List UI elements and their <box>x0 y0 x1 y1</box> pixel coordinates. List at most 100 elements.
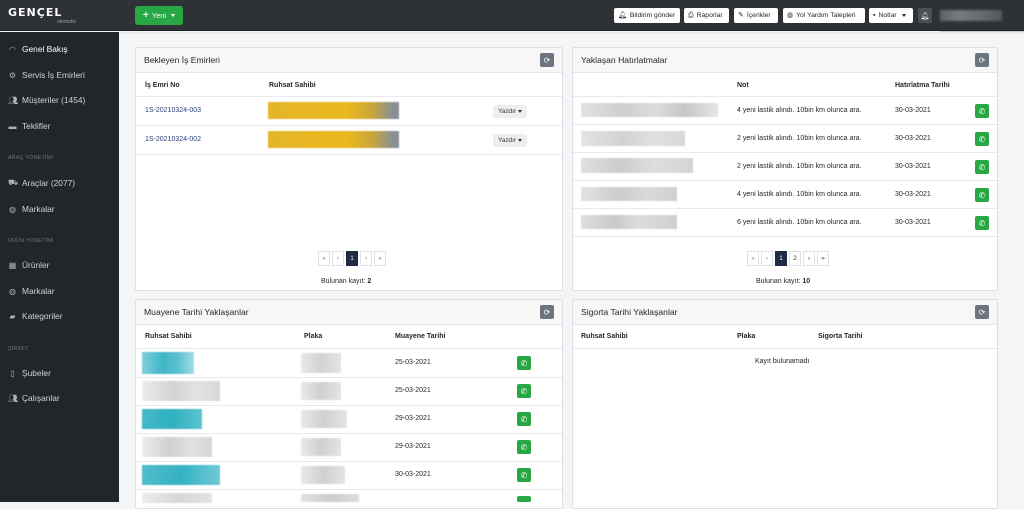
card-header: Sigorta Tarihi Yaklaşanlar ⟳ <box>573 300 997 325</box>
pager-prev-button[interactable]: ‹ <box>332 251 344 266</box>
reminder-date: 30-03-2021 <box>895 135 931 142</box>
call-button[interactable]: ✆ <box>975 160 989 174</box>
reports-label: Raporlar <box>696 12 723 19</box>
reminder-note: 4 yeni lastik alındı. 10bin km olunca ar… <box>737 191 862 198</box>
print-label: Yazdır <box>498 108 516 115</box>
row-divider <box>136 96 562 97</box>
refresh-button[interactable]: ⟳ <box>540 305 554 319</box>
sidebar-item-branches[interactable]: ▯ Şubeler <box>8 366 51 380</box>
call-button[interactable]: ✆ <box>975 216 989 230</box>
bell-icon: 🔔︎ <box>920 12 930 20</box>
chevron-down-icon <box>518 139 522 142</box>
contents-button[interactable]: ✎ İçerikler <box>734 8 778 23</box>
row-divider <box>573 152 997 153</box>
pager-page-button[interactable]: 1 <box>775 251 787 266</box>
call-button[interactable]: ✆ <box>975 132 989 146</box>
sidebar-item-label: Çalışanlar <box>22 393 60 403</box>
customer-redacted <box>581 131 685 146</box>
inspection-date: 29-03-2021 <box>395 415 431 422</box>
reminder-note: 4 yeni lastik alındı. 10bin km olunca ar… <box>737 107 862 114</box>
user-menu[interactable] <box>940 10 1002 21</box>
inspection-date: 25-03-2021 <box>395 359 431 366</box>
row-divider <box>573 96 997 97</box>
sidebar-item-dashboard[interactable]: ◠ Genel Bakış <box>8 42 68 56</box>
file-icon: ▬ <box>8 121 17 131</box>
call-button[interactable] <box>517 496 531 502</box>
upcoming-insurance-card: Sigorta Tarihi Yaklaşanlar ⟳ Ruhsat Sahi… <box>572 299 998 509</box>
sidebar-item-work-orders[interactable]: ⚙ Servis İş Emirleri <box>8 68 85 82</box>
owner-name-redacted <box>142 437 212 457</box>
pager-page-button[interactable]: 1 <box>346 251 358 266</box>
phone-icon: ✆ <box>520 414 528 424</box>
refresh-icon: ⟳ <box>978 55 986 65</box>
row-divider <box>136 405 562 406</box>
pencil-icon: ✎ <box>738 12 744 19</box>
upcoming-inspections-card: Muayene Tarihi Yaklaşanlar ⟳ Ruhsat Sahi… <box>135 299 563 509</box>
refresh-button[interactable]: ⟳ <box>540 53 554 67</box>
column-header-owner: Ruhsat Sahibi <box>145 333 192 340</box>
pager-last-button[interactable]: » <box>817 251 829 266</box>
print-label: Yazdır <box>498 137 516 144</box>
call-button[interactable]: ✆ <box>517 384 531 398</box>
pager-page-button[interactable]: 2 <box>789 251 801 266</box>
plate-redacted <box>301 353 341 373</box>
sidebar-item-customers[interactable]: 👥︎ Müşteriler (1454) <box>8 93 85 107</box>
work-order-link[interactable]: 1S-20210324-003 <box>145 107 201 114</box>
globe-icon: ◍ <box>9 286 16 296</box>
reports-button[interactable]: ⎙ Raporlar <box>684 8 729 23</box>
sidebar-item-vehicles[interactable]: ⛟ Araçlar (2077) <box>8 176 75 190</box>
pager-prev-button[interactable]: ‹ <box>761 251 773 266</box>
column-header-insurance-date: Sigorta Tarihi <box>818 333 863 340</box>
pager-next-button[interactable]: › <box>360 251 372 266</box>
pager-next-button[interactable]: › <box>803 251 815 266</box>
print-button[interactable]: Yazdır <box>493 134 527 147</box>
pagination: « ‹ 1 › » <box>318 251 386 266</box>
notes-button[interactable]: ▪ Notlar <box>869 8 913 23</box>
plate-redacted <box>301 438 341 456</box>
users-icon: 👥︎ <box>8 95 19 105</box>
column-header-inspection-date: Muayene Tarihi <box>395 333 446 340</box>
refresh-icon: ⟳ <box>543 55 551 65</box>
call-button[interactable]: ✆ <box>975 188 989 202</box>
notes-label: Notlar <box>878 12 897 19</box>
sidebar-item-label: Araçlar (2077) <box>22 178 76 188</box>
refresh-button[interactable]: ⟳ <box>975 53 989 67</box>
sidebar-heading-products: ÜRÜN YÖNETİMİ <box>8 238 54 244</box>
brand-name: GENÇEL <box>8 6 63 19</box>
call-button[interactable]: ✆ <box>517 468 531 482</box>
send-notification-button[interactable]: 🔔︎ Bildirim gönder <box>614 8 680 23</box>
sidebar-item-employees[interactable]: 👥︎ Çalışanlar <box>8 391 60 405</box>
sidebar-item-categories[interactable]: ▰ Kategoriler <box>8 309 62 323</box>
records-found-count: 10 <box>802 278 811 285</box>
notifications-bell-button[interactable]: 🔔︎ <box>918 8 932 23</box>
brand-logo[interactable]: GENÇEL otomotiv <box>8 7 76 25</box>
print-button[interactable]: Yazdır <box>493 105 527 118</box>
work-order-link[interactable]: 1S-20210324-002 <box>145 136 201 143</box>
call-button[interactable]: ✆ <box>517 440 531 454</box>
sidebar-item-product-brands[interactable]: ◍ Markalar <box>8 284 55 298</box>
records-found: Bulunan kayıt: 2 <box>321 278 371 285</box>
refresh-button[interactable]: ⟳ <box>975 305 989 319</box>
chevron-down-icon <box>518 110 522 113</box>
reminder-date: 30-03-2021 <box>895 107 931 114</box>
sidebar-item-vehicle-brands[interactable]: ◍ Markalar <box>8 202 55 216</box>
column-header-owner: Ruhsat Sahibi <box>269 82 316 89</box>
reminder-note: 6 yeni lastik alındı. 10bin km olunca ar… <box>737 219 862 226</box>
reminder-note: 2 yeni lastik alındı. 10bin km olunca ar… <box>737 163 862 170</box>
sidebar-item-label: Teklifler <box>22 121 51 131</box>
call-button[interactable]: ✆ <box>517 356 531 370</box>
reminder-date: 30-03-2021 <box>895 219 931 226</box>
pager-first-button[interactable]: « <box>318 251 330 266</box>
call-button[interactable]: ✆ <box>975 104 989 118</box>
globe-icon: ◍ <box>787 12 794 19</box>
dashboard-icon: ◠ <box>9 44 16 54</box>
pager-last-button[interactable]: » <box>374 251 386 266</box>
sidebar-item-products[interactable]: ▦ Ürünler <box>8 258 50 272</box>
call-button[interactable]: ✆ <box>517 412 531 426</box>
sidebar-item-offers[interactable]: ▬ Teklifler <box>8 119 51 133</box>
records-found: Bulunan kayıt: 10 <box>756 278 810 285</box>
new-button[interactable]: + Yeni <box>135 6 183 25</box>
card-title: Yaklaşan Hatırlatmalar <box>581 55 668 65</box>
roadside-requests-button[interactable]: ◍ Yol Yardım Talepleri <box>783 8 865 23</box>
pager-first-button[interactable]: « <box>747 251 759 266</box>
